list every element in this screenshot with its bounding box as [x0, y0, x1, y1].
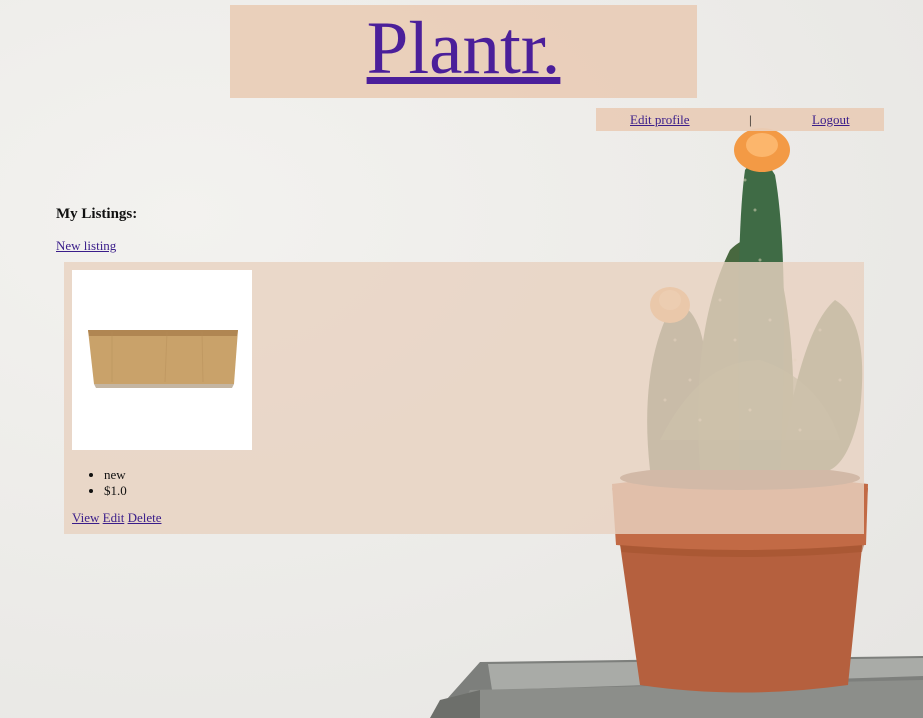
listing-details: new $1.0: [104, 467, 127, 499]
page-title: My Listings:: [56, 206, 138, 222]
listing-condition: new: [104, 467, 127, 483]
delete-listing-link[interactable]: Delete: [128, 510, 162, 525]
listing-thumbnail[interactable]: [72, 270, 252, 450]
site-header: Plantr.: [230, 5, 697, 98]
view-listing-link[interactable]: View: [72, 510, 99, 525]
user-nav: Edit profile | Logout: [596, 108, 884, 131]
listing-price: $1.0: [104, 483, 127, 499]
site-logo-link[interactable]: Plantr.: [367, 9, 561, 89]
listing-card: new $1.0 View Edit Delete: [64, 262, 864, 534]
listing-actions: View Edit Delete: [72, 510, 161, 526]
wooden-planter-image: [88, 330, 238, 388]
edit-profile-link[interactable]: Edit profile: [630, 108, 690, 131]
nav-separator: |: [749, 112, 752, 127]
edit-listing-link[interactable]: Edit: [103, 510, 125, 525]
logout-link[interactable]: Logout: [812, 108, 850, 131]
new-listing-link[interactable]: New listing: [56, 238, 116, 254]
